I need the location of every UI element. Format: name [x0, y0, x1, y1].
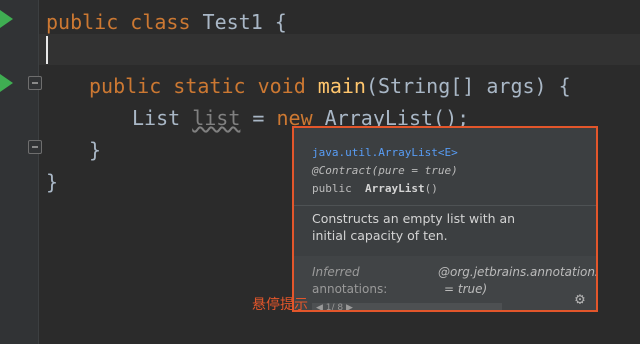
fold-icon[interactable] — [28, 140, 42, 154]
doc-pager[interactable]: ◀ 1/ 8 ▶ — [312, 303, 502, 310]
class-link[interactable]: java.util.ArrayList<E> — [312, 146, 458, 159]
inferred-label: Inferred annotations: — [312, 264, 422, 298]
code-line-5: } — [89, 138, 102, 162]
quick-doc-popup[interactable]: java.util.ArrayList<E> @Contract(pure = … — [292, 126, 598, 312]
inferred-value-line1: @org.jetbrains.annotations.C — [438, 265, 598, 279]
code-editor[interactable]: public class Test1 { public static void … — [0, 0, 640, 344]
constructor-parens: () — [424, 182, 438, 195]
class-declaration: Test1 { — [190, 10, 287, 34]
assign-op: = — [240, 106, 277, 130]
text-caret — [46, 36, 48, 64]
divider — [294, 205, 596, 206]
run-class-icon[interactable] — [0, 10, 13, 28]
contract-annotation: @Contract(pure = true) — [312, 164, 458, 177]
doc-description: Constructs an empty list with an initial… — [312, 211, 516, 243]
constructor-name: ArrayList — [365, 182, 425, 195]
code-line-1: public class Test1 { — [46, 10, 287, 34]
inferred-label-line2: annotations: — [312, 282, 388, 296]
keyword: public class — [46, 10, 191, 34]
variable-name[interactable]: list — [192, 106, 240, 130]
gear-icon[interactable]: ⚙ — [572, 291, 588, 307]
inferred-label-line1: Inferred — [312, 265, 360, 279]
constructor-declaration: public ArrayList() — [312, 182, 438, 195]
type-name: List — [132, 106, 193, 130]
code-line-3: public static void main(String[] args) { — [89, 74, 571, 98]
method-name: main — [317, 74, 366, 98]
code-line-6: } — [46, 170, 59, 194]
hover-hint-annotation: 悬停提示 — [252, 297, 308, 313]
modifier: public — [312, 182, 352, 195]
run-main-icon[interactable] — [0, 74, 13, 92]
current-line-highlight — [39, 34, 640, 65]
editor-gutter — [0, 0, 42, 344]
method-params: (String[] args) { — [365, 74, 571, 98]
fold-icon[interactable] — [28, 76, 42, 90]
keyword: public static void — [89, 74, 306, 98]
